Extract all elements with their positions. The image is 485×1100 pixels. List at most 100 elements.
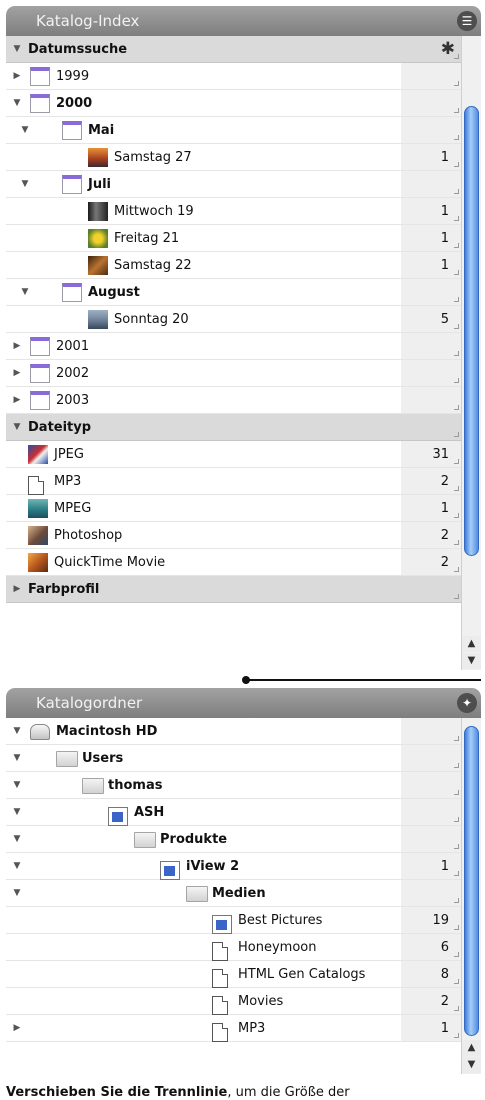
list-item[interactable]: ▼ August bbox=[6, 279, 461, 306]
list-item[interactable]: ▼ ASH bbox=[6, 799, 461, 826]
list-item[interactable]: Photoshop 2 bbox=[6, 522, 461, 549]
resize-grip bbox=[454, 81, 459, 86]
alias-folder-icon bbox=[108, 806, 128, 826]
list-item[interactable]: Movies 2 bbox=[6, 988, 461, 1015]
list-item[interactable]: JPEG 31 bbox=[6, 441, 461, 468]
disclosure-expanded-icon[interactable]: ▼ bbox=[12, 414, 22, 441]
list-item[interactable]: ▼ Mai bbox=[6, 117, 461, 144]
disclosure-expanded-icon[interactable]: ▼ bbox=[12, 799, 22, 826]
scrollbar-thumb[interactable] bbox=[464, 106, 479, 556]
list-item[interactable]: ▼ Medien bbox=[6, 880, 461, 907]
item-count bbox=[401, 360, 461, 386]
list-item[interactable]: ▼ Users bbox=[6, 745, 461, 772]
disclosure-expanded-icon[interactable]: ▼ bbox=[12, 853, 22, 880]
image-thumbnail-icon bbox=[88, 202, 108, 221]
row-label: Users bbox=[82, 751, 124, 766]
list-item[interactable]: HTML Gen Catalogs 8 bbox=[6, 961, 461, 988]
splitter-handle[interactable] bbox=[242, 676, 250, 684]
image-thumbnail-icon bbox=[88, 256, 108, 275]
resize-grip bbox=[454, 1033, 459, 1038]
resize-grip bbox=[454, 270, 459, 275]
catalog-index-scrollbar[interactable]: ▲ ▼ bbox=[461, 36, 481, 670]
row-label: 2002 bbox=[56, 366, 90, 381]
list-item[interactable]: ▼ Juli bbox=[6, 171, 461, 198]
list-item[interactable]: Honeymoon 6 bbox=[6, 934, 461, 961]
resize-grip bbox=[454, 898, 459, 903]
resize-grip bbox=[454, 432, 459, 437]
wand-icon[interactable]: ✦ bbox=[457, 693, 477, 713]
list-item[interactable]: ▶ 1999 bbox=[6, 63, 461, 90]
disclosure-expanded-icon[interactable]: ▼ bbox=[12, 772, 22, 799]
section-header[interactable]: ▼ Dateityp bbox=[6, 414, 461, 441]
disclosure-expanded-icon[interactable]: ▼ bbox=[12, 90, 22, 117]
catalog-index-titlebar[interactable]: Katalog-Index ☰ bbox=[6, 6, 481, 36]
section-header[interactable]: ▶ Farbprofil bbox=[6, 576, 461, 603]
disclosure-expanded-icon[interactable]: ▼ bbox=[20, 279, 30, 306]
disclosure-collapsed-icon[interactable]: ▶ bbox=[12, 576, 22, 603]
row-label: ASH bbox=[134, 805, 165, 820]
list-icon[interactable]: ☰ bbox=[457, 11, 477, 31]
image-thumbnail-icon bbox=[28, 553, 48, 572]
item-count: 19 bbox=[401, 907, 461, 933]
disclosure-expanded-icon[interactable]: ▼ bbox=[12, 745, 22, 772]
list-item[interactable]: ▶ MP3 1 bbox=[6, 1015, 461, 1042]
item-count bbox=[401, 826, 461, 852]
catalog-folders-titlebar[interactable]: Katalogordner ✦ bbox=[6, 688, 481, 718]
item-count bbox=[401, 718, 461, 744]
gear-icon[interactable]: ✱ bbox=[441, 39, 455, 59]
disclosure-collapsed-icon[interactable]: ▶ bbox=[12, 63, 22, 90]
row-label: 1999 bbox=[56, 69, 90, 84]
panel-splitter[interactable] bbox=[6, 674, 481, 686]
list-item[interactable]: ▼ Macintosh HD bbox=[6, 718, 461, 745]
resize-grip bbox=[454, 844, 459, 849]
list-item[interactable]: ▼ thomas bbox=[6, 772, 461, 799]
disclosure-expanded-icon[interactable]: ▼ bbox=[20, 171, 30, 198]
scroll-down-arrow-icon[interactable]: ▼ bbox=[462, 1057, 481, 1073]
scrollbar-thumb[interactable] bbox=[464, 726, 479, 1036]
list-item[interactable]: ▶ 2003 bbox=[6, 387, 461, 414]
disclosure-expanded-icon[interactable]: ▼ bbox=[12, 36, 22, 63]
list-item[interactable]: Samstag 27 1 bbox=[6, 144, 461, 171]
caption: Verschieben Sie die Trennlinie, um die G… bbox=[6, 1085, 350, 1100]
document-icon bbox=[28, 475, 44, 495]
item-count: 6 bbox=[401, 934, 461, 960]
disclosure-collapsed-icon[interactable]: ▶ bbox=[12, 333, 22, 360]
scroll-up-arrow-icon[interactable]: ▲ bbox=[462, 636, 481, 652]
list-item[interactable]: Samstag 22 1 bbox=[6, 252, 461, 279]
list-item[interactable]: Mittwoch 19 1 bbox=[6, 198, 461, 225]
disclosure-expanded-icon[interactable]: ▼ bbox=[20, 117, 30, 144]
section-header[interactable]: ▼ Datumssuche ✱ bbox=[6, 36, 461, 63]
item-count bbox=[401, 576, 461, 602]
disclosure-expanded-icon[interactable]: ▼ bbox=[12, 880, 22, 907]
item-count: 8 bbox=[401, 961, 461, 987]
disclosure-collapsed-icon[interactable]: ▶ bbox=[12, 1015, 22, 1042]
row-label: JPEG bbox=[54, 447, 84, 462]
item-count bbox=[401, 745, 461, 771]
list-item[interactable]: ▼ iView 2 1 bbox=[6, 853, 461, 880]
list-item[interactable]: ▼ Produkte bbox=[6, 826, 461, 853]
scroll-down-arrow-icon[interactable]: ▼ bbox=[462, 653, 481, 669]
item-count bbox=[401, 117, 461, 143]
list-item[interactable]: Sonntag 20 5 bbox=[6, 306, 461, 333]
disclosure-expanded-icon[interactable]: ▼ bbox=[12, 718, 22, 745]
list-item[interactable]: QuickTime Movie 2 bbox=[6, 549, 461, 576]
calendar-icon bbox=[30, 364, 50, 383]
list-item[interactable]: MP3 2 bbox=[6, 468, 461, 495]
disclosure-collapsed-icon[interactable]: ▶ bbox=[12, 387, 22, 414]
scroll-up-arrow-icon[interactable]: ▲ bbox=[462, 1040, 481, 1056]
resize-grip bbox=[454, 216, 459, 221]
list-item[interactable]: ▼ 2000 bbox=[6, 90, 461, 117]
item-count: 1 bbox=[401, 252, 461, 278]
list-item[interactable]: ▶ 2002 bbox=[6, 360, 461, 387]
item-count: 5 bbox=[401, 306, 461, 332]
disclosure-collapsed-icon[interactable]: ▶ bbox=[12, 360, 22, 387]
list-item[interactable]: Freitag 21 1 bbox=[6, 225, 461, 252]
disclosure-expanded-icon[interactable]: ▼ bbox=[12, 826, 22, 853]
list-item[interactable]: Best Pictures 19 bbox=[6, 907, 461, 934]
alias-folder-icon bbox=[212, 914, 232, 934]
item-count: 2 bbox=[401, 468, 461, 494]
list-item[interactable]: MPEG 1 bbox=[6, 495, 461, 522]
catalog-folders-scrollbar[interactable]: ▲ ▼ bbox=[461, 718, 481, 1074]
list-item[interactable]: ▶ 2001 bbox=[6, 333, 461, 360]
folder-icon bbox=[186, 886, 208, 902]
